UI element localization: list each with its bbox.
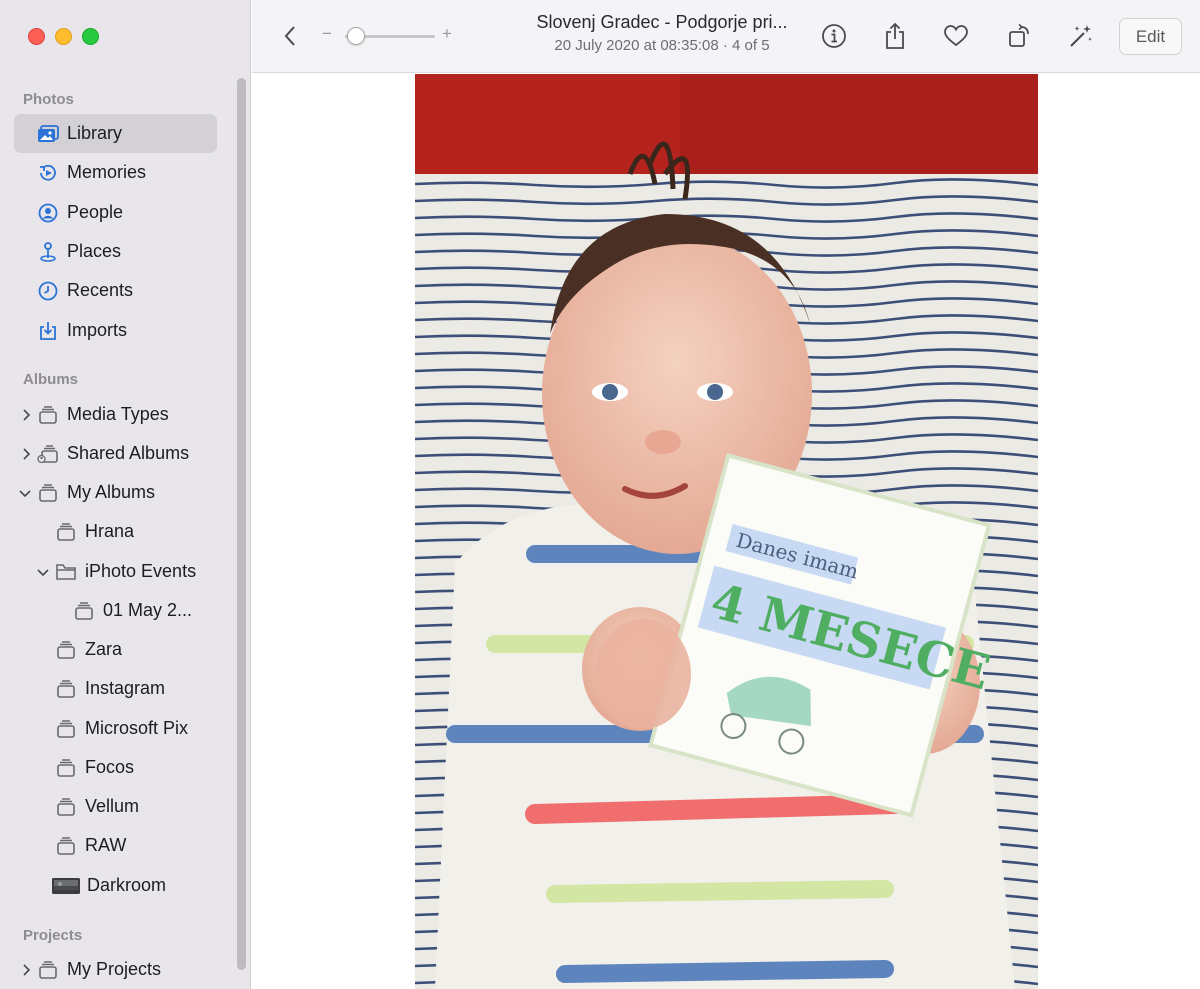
chevron-right-icon[interactable] (19, 408, 33, 422)
sidebar-item-label: Imports (67, 320, 128, 340)
photo-title-block: Slovenj Gradec - Podgorje pri... 20 July… (512, 12, 812, 54)
heart-icon (944, 25, 968, 47)
sidebar-item-memories[interactable]: Memories (14, 153, 217, 192)
sidebar-item-label: My Projects (67, 959, 162, 979)
share-button[interactable] (877, 18, 913, 54)
sidebar-item-label: 01 May 2... (103, 600, 193, 620)
sidebar-item-imports[interactable]: Imports (14, 311, 217, 350)
window-controls (28, 28, 99, 45)
album-stack-icon (54, 795, 78, 819)
sidebar-item-label: Media Types (67, 404, 169, 424)
minimize-window-button[interactable] (55, 28, 72, 45)
sidebar-item-focos[interactable]: Focos (14, 748, 217, 787)
sidebar-item-zara[interactable]: Zara (14, 630, 217, 669)
sidebar-item-01-may[interactable]: 01 May 2... (14, 591, 217, 630)
close-window-button[interactable] (28, 28, 45, 45)
album-stack-icon (36, 403, 60, 427)
chevron-down-icon[interactable] (36, 565, 50, 579)
sidebar-item-label: Hrana (85, 521, 135, 541)
chevron-down-icon[interactable] (18, 486, 32, 500)
sidebar-item-instagram[interactable]: Instagram (14, 669, 217, 708)
photo[interactable]: Danes imam 4 MESECE (415, 74, 1038, 989)
sidebar-item-iphoto-events[interactable]: iPhoto Events (14, 552, 217, 591)
darkroom-thumbnail (52, 874, 80, 898)
zoom-in-label: + (442, 24, 452, 43)
album-stack-icon (36, 958, 60, 982)
sidebar-item-label: Darkroom (87, 875, 167, 895)
album-stack-icon (54, 520, 78, 544)
zoom-out-label: − (322, 24, 332, 43)
sidebar-item-media-types[interactable]: Media Types (14, 395, 217, 434)
sidebar-item-label: Library (67, 123, 123, 143)
sidebar-item-recents[interactable]: Recents (14, 271, 217, 310)
sidebar-item-people[interactable]: People (14, 193, 217, 232)
album-stack-icon (72, 599, 96, 623)
section-label-projects: Projects (23, 927, 83, 944)
sidebar-item-places[interactable]: Places (14, 232, 217, 271)
shared-album-icon (36, 442, 60, 466)
photo-title: Slovenj Gradec - Podgorje pri... (536, 12, 788, 32)
chevron-right-icon[interactable] (19, 963, 33, 977)
rotate-icon (1009, 23, 1029, 47)
imports-icon (36, 319, 60, 343)
info-icon (822, 24, 846, 48)
sidebar: Photos Library Memories People Places Re… (0, 0, 251, 989)
baby-photo-illustration: Danes imam 4 MESECE (415, 74, 1038, 989)
sidebar-item-darkroom[interactable]: Darkroom (14, 866, 217, 905)
toolbar: − + Slovenj Gradec - Podgorje pri... 20 … (252, 0, 1200, 73)
sidebar-item-label: Instagram (85, 678, 166, 698)
album-stack-icon (54, 717, 78, 741)
sidebar-scrollbar[interactable] (237, 78, 246, 970)
zoom-slider-knob[interactable] (346, 27, 365, 45)
section-label-albums: Albums (23, 371, 79, 388)
album-stack-icon (54, 677, 78, 701)
enhance-button[interactable] (1063, 18, 1099, 54)
album-stack-icon (54, 756, 78, 780)
share-icon (886, 22, 904, 49)
chevron-right-icon[interactable] (19, 447, 33, 461)
sidebar-item-my-projects[interactable]: My Projects (14, 950, 217, 989)
chevron-left-icon (284, 26, 295, 46)
rotate-button[interactable] (1002, 18, 1038, 54)
sidebar-item-label: RAW (85, 835, 127, 855)
album-stack-icon (54, 638, 78, 662)
sidebar-item-label: Memories (67, 162, 147, 182)
sidebar-item-label: iPhoto Events (85, 561, 197, 581)
sidebar-item-hrana[interactable]: Hrana (14, 512, 217, 551)
sidebar-item-vellum[interactable]: Vellum (14, 787, 217, 826)
sidebar-item-label: Zara (85, 639, 123, 659)
sidebar-item-label: People (67, 202, 124, 222)
sidebar-item-label: My Albums (67, 482, 156, 502)
sidebar-item-raw[interactable]: RAW (14, 826, 217, 865)
people-icon (36, 201, 60, 225)
sidebar-item-label: Focos (85, 757, 135, 777)
edit-button[interactable]: Edit (1119, 18, 1182, 55)
album-stack-icon (36, 481, 60, 505)
sidebar-item-library[interactable]: Library (14, 114, 217, 153)
sidebar-item-label: Shared Albums (67, 443, 190, 463)
sidebar-item-label: Recents (67, 280, 134, 300)
library-icon (36, 122, 60, 146)
zoom-window-button[interactable] (82, 28, 99, 45)
photo-subtitle: 20 July 2020 at 08:35:08 · 4 of 5 (554, 37, 770, 54)
sidebar-item-label: Places (67, 241, 122, 261)
sidebar-item-label: Vellum (85, 796, 140, 816)
album-stack-icon (54, 834, 78, 858)
back-button[interactable] (272, 18, 308, 54)
folder-icon (54, 560, 78, 584)
photo-viewer: Danes imam 4 MESECE (252, 74, 1200, 989)
magic-wand-icon (1070, 25, 1092, 47)
sidebar-item-label: Microsoft Pix (85, 718, 189, 738)
sidebar-item-shared-albums[interactable]: Shared Albums (14, 434, 217, 473)
sidebar-item-my-albums[interactable]: My Albums (14, 473, 217, 512)
memories-icon (36, 161, 60, 185)
sidebar-item-microsoft-pix[interactable]: Microsoft Pix (14, 709, 217, 748)
places-icon (36, 240, 60, 264)
recents-icon (36, 279, 60, 303)
section-label-photos: Photos (23, 91, 74, 108)
info-button[interactable] (816, 18, 852, 54)
favorite-button[interactable] (938, 18, 974, 54)
